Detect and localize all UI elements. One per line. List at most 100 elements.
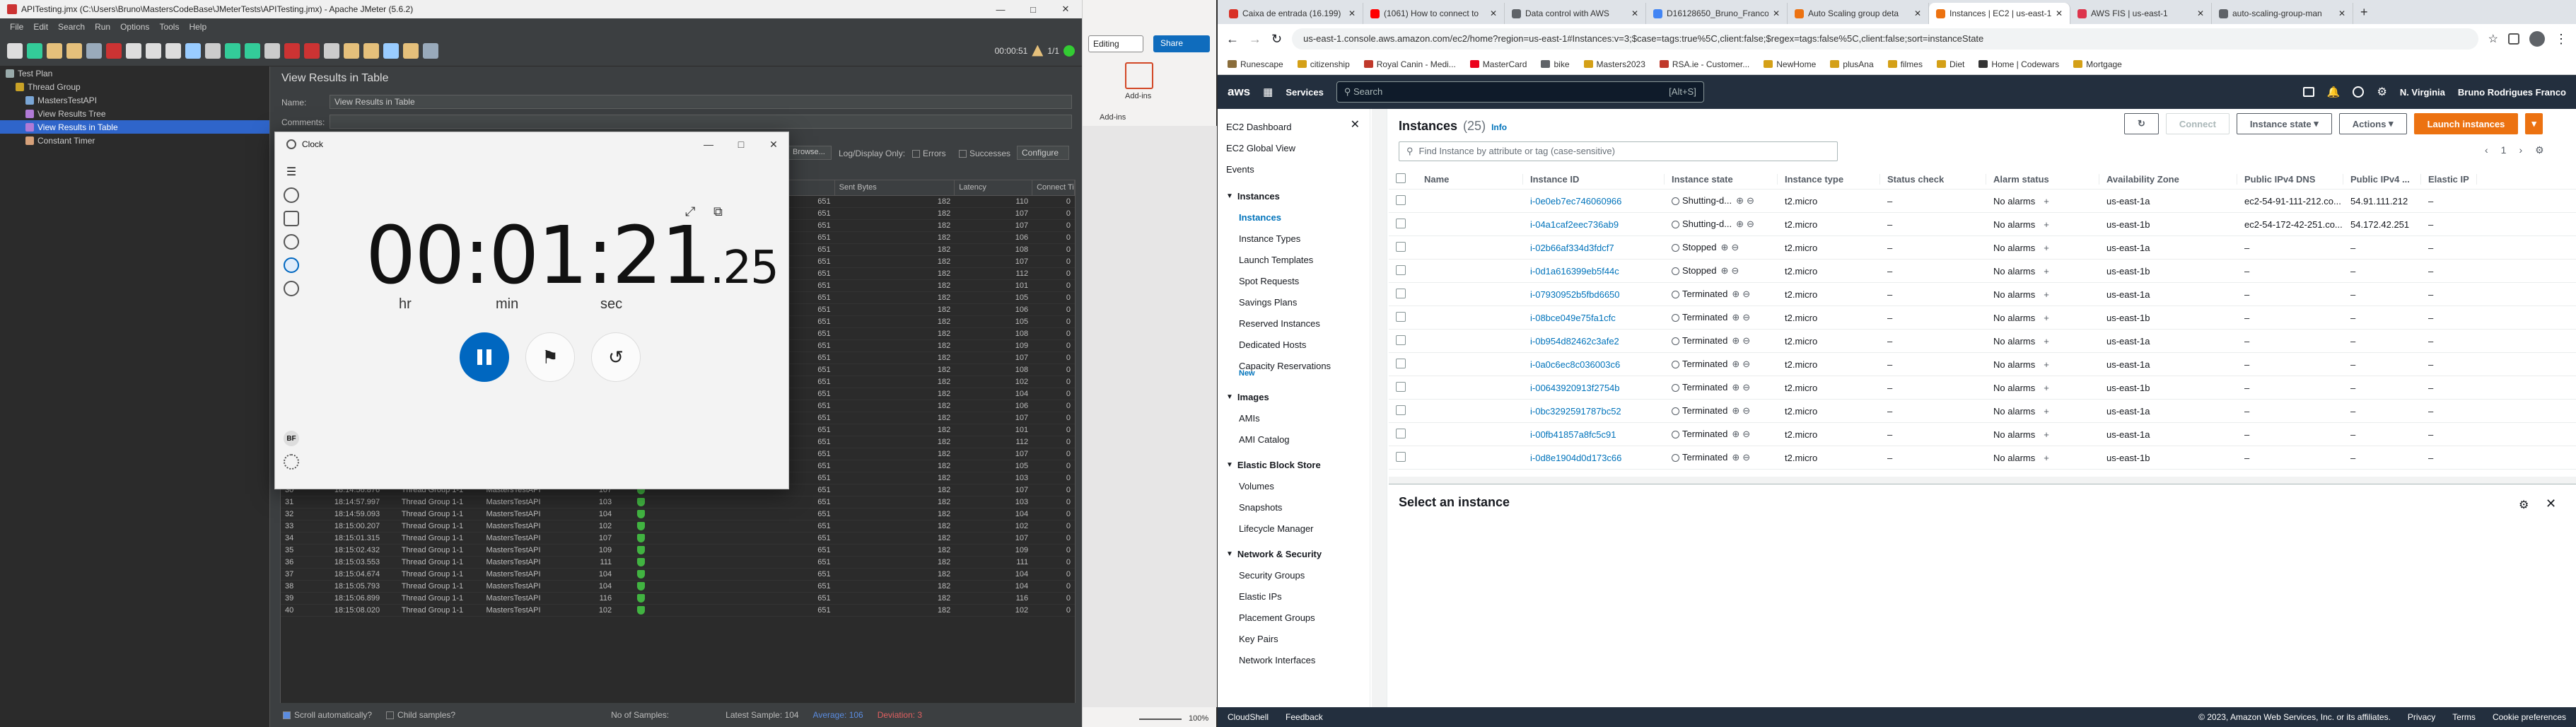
instance-id-link[interactable]: i-0d1a616399eb5f44c bbox=[1523, 266, 1665, 277]
add-alarm-icon[interactable]: + bbox=[2044, 429, 2049, 440]
bookmark[interactable]: Royal Canin - Medi... bbox=[1363, 59, 1456, 69]
zoom-in-icon[interactable]: ⊕ bbox=[1720, 265, 1728, 276]
nav-item-ec2-global-view[interactable]: EC2 Global View bbox=[1218, 137, 1370, 158]
tree-node[interactable]: Constant Timer bbox=[0, 134, 269, 147]
instance-row[interactable]: i-02b66af334d3fdcf7 Stopped ⊕ ⊖ t2.micro – No … bbox=[1389, 236, 2576, 260]
zoom-in-icon[interactable]: ⊕ bbox=[1732, 335, 1739, 346]
row-checkbox[interactable] bbox=[1396, 288, 1406, 298]
nav-item-network-interfaces[interactable]: Network Interfaces bbox=[1218, 649, 1370, 670]
clear-all-icon[interactable] bbox=[324, 42, 339, 59]
paste-icon[interactable] bbox=[146, 42, 161, 59]
row-checkbox[interactable] bbox=[1396, 381, 1406, 392]
open-icon[interactable] bbox=[47, 42, 62, 59]
instance-id-link[interactable]: i-0bc3292591787bc52 bbox=[1523, 406, 1665, 417]
zoom-in-icon[interactable]: ⊕ bbox=[1732, 405, 1739, 416]
nav-item-instance-types[interactable]: Instance Types bbox=[1218, 228, 1370, 249]
zoom-in-icon[interactable]: ⊕ bbox=[1736, 195, 1744, 206]
nav-item-volumes[interactable]: Volumes bbox=[1218, 475, 1370, 496]
star-icon[interactable]: ☆ bbox=[2488, 32, 2498, 46]
clear-icon[interactable] bbox=[304, 42, 320, 59]
aws-search-input[interactable]: ⚲ Search [Alt+S] bbox=[1336, 81, 1704, 103]
column-header[interactable]: Public IPv4 DNS bbox=[2237, 174, 2343, 185]
scroll-auto-checkbox[interactable]: Scroll automatically? bbox=[283, 710, 372, 720]
maximize-icon[interactable]: □ bbox=[725, 132, 757, 156]
url-input[interactable]: us-east-1.console.aws.amazon.com/ec2/hom… bbox=[1292, 28, 2478, 50]
bookmark[interactable]: Runescape bbox=[1228, 59, 1283, 69]
nav-item-events[interactable]: Events bbox=[1218, 158, 1370, 180]
browser-tab[interactable]: Instances | EC2 | us-east-1 ✕ bbox=[1929, 3, 2070, 24]
instance-id-link[interactable]: i-0d8e1904d0d173c66 bbox=[1523, 453, 1665, 463]
bookmark[interactable]: citizenship bbox=[1297, 59, 1350, 69]
tab-close-icon[interactable]: ✕ bbox=[2338, 8, 2345, 18]
instance-id-link[interactable]: i-0e0eb7ec746060966 bbox=[1523, 196, 1665, 207]
row-checkbox[interactable] bbox=[1396, 335, 1406, 345]
add-alarm-icon[interactable]: + bbox=[2044, 196, 2049, 207]
instance-row[interactable]: i-04a1caf2eec736ab9 Shutting-d... ⊕ ⊖ t2.mic… bbox=[1389, 213, 2576, 236]
instance-row[interactable]: i-0a0c6ec8c036003c6 Terminated ⊕ ⊖ t2.micro –… bbox=[1389, 353, 2576, 376]
nav-item-ami-catalog[interactable]: AMI Catalog bbox=[1218, 429, 1370, 450]
instance-row[interactable]: i-0d8e1904d0d173c66 Terminated ⊕ ⊖ t2.micro –… bbox=[1389, 446, 2576, 470]
menu-options[interactable]: Options bbox=[120, 22, 149, 32]
instance-row[interactable]: i-00643920913f2754b Terminated ⊕ ⊖ t2.micro –… bbox=[1389, 376, 2576, 400]
row-checkbox[interactable] bbox=[1396, 428, 1406, 438]
instance-id-link[interactable]: i-08bce049e75fa1cfc bbox=[1523, 313, 1665, 323]
timer-icon[interactable] bbox=[284, 211, 299, 226]
column-header[interactable]: Elastic IP bbox=[2421, 174, 2477, 185]
account-menu[interactable]: Bruno Rodrigues Franco bbox=[2458, 87, 2566, 98]
instance-row[interactable]: i-00fb41857a8fc5c91 Terminated ⊕ ⊖ t2.micro –… bbox=[1389, 423, 2576, 446]
row-checkbox[interactable] bbox=[1396, 194, 1406, 205]
remove-icon[interactable] bbox=[106, 42, 122, 59]
child-samples-checkbox[interactable]: Child samples? bbox=[386, 710, 455, 720]
collapse-icon[interactable] bbox=[185, 42, 201, 59]
nav-item-lifecycle-manager[interactable]: Lifecycle Manager bbox=[1218, 518, 1370, 539]
new-tab-icon[interactable]: + bbox=[2353, 5, 2375, 24]
column-header[interactable]: Latency bbox=[955, 180, 1033, 195]
cloudshell-link[interactable]: CloudShell bbox=[1228, 712, 1269, 722]
column-header[interactable]: Name bbox=[1417, 174, 1523, 185]
aws-logo[interactable]: aws bbox=[1228, 85, 1250, 99]
bookmark[interactable]: Masters2023 bbox=[1583, 59, 1645, 69]
copy-icon[interactable] bbox=[126, 42, 141, 59]
warning-icon[interactable] bbox=[1032, 45, 1044, 57]
column-header[interactable]: Instance state bbox=[1665, 174, 1778, 185]
nav-item-security-groups[interactable]: Security Groups bbox=[1218, 564, 1370, 586]
next-page-icon[interactable]: › bbox=[2519, 144, 2522, 156]
zoom-out-icon[interactable]: ⊖ bbox=[1742, 335, 1750, 346]
bookmark[interactable]: NewHome bbox=[1764, 59, 1816, 69]
table-row[interactable]: 39 18:15:06.899 Thread Group 1-1 MastersTes… bbox=[281, 593, 1075, 605]
table-row[interactable]: 40 18:15:08.020 Thread Group 1-1 MastersTes… bbox=[281, 605, 1075, 617]
bookmark[interactable]: bike bbox=[1541, 59, 1570, 69]
table-row[interactable]: 37 18:15:04.674 Thread Group 1-1 MastersTes… bbox=[281, 569, 1075, 581]
zoom-out-icon[interactable]: ⊖ bbox=[1742, 405, 1750, 416]
nav-item-ec2-dashboard[interactable]: EC2 Dashboard bbox=[1218, 116, 1370, 137]
instance-id-link[interactable]: i-0a0c6ec8c036003c6 bbox=[1523, 359, 1665, 370]
info-link[interactable]: Info bbox=[1491, 122, 1507, 132]
preferences-gear-icon[interactable]: ⚙ bbox=[2535, 144, 2544, 156]
refresh-button[interactable]: ↻ bbox=[2124, 113, 2159, 134]
stopwatch-icon[interactable] bbox=[284, 257, 299, 273]
nav-item-savings-plans[interactable]: Savings Plans bbox=[1218, 291, 1370, 313]
browser-tab[interactable]: AWS FIS | us-east-1 ✕ bbox=[2070, 3, 2212, 24]
table-row[interactable]: 35 18:15:02.432 Thread Group 1-1 MastersTes… bbox=[281, 545, 1075, 557]
pause-button[interactable] bbox=[460, 332, 509, 382]
tab-close-icon[interactable]: ✕ bbox=[1490, 8, 1497, 18]
instance-row[interactable]: i-08bce049e75fa1cfc Terminated ⊕ ⊖ t2.micro –… bbox=[1389, 306, 2576, 330]
zoom-slider[interactable] bbox=[1139, 719, 1182, 720]
tab-close-icon[interactable]: ✕ bbox=[1914, 8, 1921, 18]
browse-button[interactable]: Browse... bbox=[788, 146, 832, 160]
instance-state-dropdown[interactable]: Instance state ▾ bbox=[2236, 113, 2332, 134]
zoom-out-icon[interactable]: ⊖ bbox=[1742, 289, 1750, 299]
bookmark[interactable]: MasterCard bbox=[1469, 59, 1527, 69]
cut-icon[interactable] bbox=[86, 42, 102, 59]
actions-dropdown[interactable]: Actions ▾ bbox=[2338, 113, 2407, 134]
row-checkbox[interactable] bbox=[1396, 218, 1406, 228]
table-horizontal-scrollbar[interactable] bbox=[1389, 477, 2576, 484]
save-icon[interactable] bbox=[66, 42, 82, 59]
table-row[interactable]: 36 18:15:03.553 Thread Group 1-1 MastersTes… bbox=[281, 557, 1075, 569]
add-alarm-icon[interactable]: + bbox=[2044, 383, 2049, 393]
browser-tab[interactable]: D16128650_Bruno_Franco ✕ bbox=[1646, 3, 1788, 24]
zoom-out-icon[interactable]: ⊖ bbox=[1747, 195, 1754, 206]
browser-tab[interactable]: Caixa de entrada (16.199) ✕ bbox=[1222, 3, 1363, 24]
toggle-icon[interactable] bbox=[205, 42, 221, 59]
tree-node[interactable]: View Results Tree bbox=[0, 107, 269, 120]
